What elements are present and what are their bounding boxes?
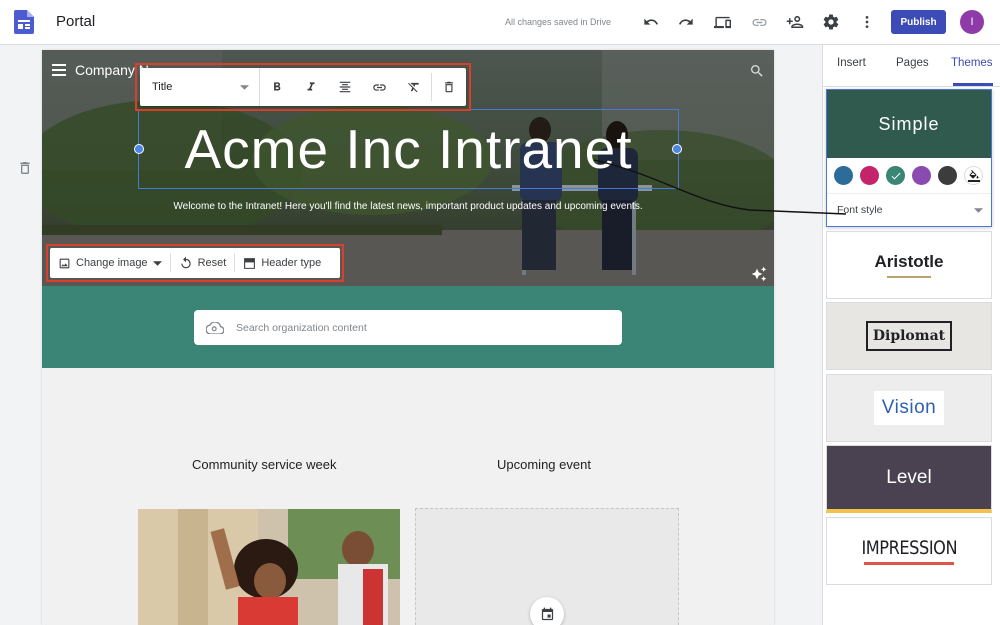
header-type-button[interactable]: Header type bbox=[235, 248, 329, 278]
insert-link-button[interactable] bbox=[362, 68, 396, 106]
change-image-button[interactable]: Change image bbox=[50, 248, 170, 278]
header-type-icon bbox=[244, 257, 256, 269]
dropdown-arrow-icon bbox=[239, 84, 249, 90]
swatch-purple[interactable] bbox=[912, 166, 931, 185]
theme-level[interactable]: Level bbox=[826, 445, 992, 513]
user-avatar[interactable]: I bbox=[960, 10, 984, 34]
delete-section-icon[interactable] bbox=[17, 160, 33, 176]
format-clear-icon bbox=[407, 82, 419, 93]
delete-text-button[interactable] bbox=[432, 68, 466, 106]
font-style-dropdown[interactable]: Font style bbox=[827, 194, 991, 226]
tab-insert[interactable]: Insert bbox=[837, 57, 866, 69]
community-photo[interactable] bbox=[138, 509, 400, 625]
settings-icon[interactable] bbox=[821, 12, 841, 32]
top-bar: Portal All changes saved in Drive Publis… bbox=[0, 0, 1000, 45]
save-status: All changes saved in Drive bbox=[505, 17, 612, 27]
theme-impression[interactable]: IMPRESSION bbox=[826, 517, 992, 585]
theme-vision[interactable]: Vision bbox=[826, 374, 992, 442]
theme-diplomat[interactable]: Diplomat bbox=[826, 302, 992, 370]
tab-themes[interactable]: Themes bbox=[951, 57, 993, 69]
check-icon bbox=[891, 172, 900, 179]
redo-icon[interactable] bbox=[676, 12, 696, 32]
trash-icon bbox=[444, 81, 453, 93]
paint-bucket-icon bbox=[967, 169, 980, 182]
share-add-person-icon[interactable] bbox=[785, 12, 805, 32]
swatch-blue[interactable] bbox=[834, 166, 853, 185]
undo-icon[interactable] bbox=[641, 12, 661, 32]
theme-simple[interactable]: Simple Font style bbox=[826, 89, 992, 227]
swatch-teal-selected[interactable] bbox=[886, 166, 905, 185]
theme-accent-line bbox=[864, 562, 954, 565]
calendar-event-button[interactable] bbox=[530, 597, 564, 625]
calendar-icon bbox=[541, 607, 553, 620]
clear-formatting-button[interactable] bbox=[397, 68, 431, 106]
publish-button[interactable]: Publish bbox=[891, 10, 946, 34]
section-title-event[interactable]: Upcoming event bbox=[497, 457, 591, 472]
text-format-toolbar: Title bbox=[135, 63, 471, 111]
menu-icon[interactable] bbox=[52, 64, 66, 76]
custom-color-button[interactable] bbox=[964, 166, 983, 185]
link-icon bbox=[373, 83, 386, 91]
more-vert-icon[interactable] bbox=[857, 12, 877, 32]
italic-button[interactable] bbox=[294, 68, 328, 106]
bold-icon bbox=[273, 82, 281, 91]
document-title[interactable]: Portal bbox=[56, 13, 95, 30]
change-image-label: Change image bbox=[76, 257, 148, 269]
organization-search-input[interactable]: Search organization content bbox=[194, 310, 622, 345]
theme-aristotle[interactable]: Aristotle bbox=[826, 231, 992, 299]
header-type-label: Header type bbox=[261, 257, 322, 269]
theme-diplomat-label: Diplomat bbox=[865, 321, 953, 351]
page-canvas: Company N Acme Inc Intranet Welcome to t… bbox=[42, 50, 774, 625]
text-style-dropdown[interactable]: Title bbox=[140, 68, 260, 106]
theme-vision-label: Vision bbox=[873, 391, 945, 425]
search-icon[interactable] bbox=[749, 63, 765, 79]
search-section: Search organization content bbox=[42, 286, 774, 368]
site-subtitle[interactable]: Welcome to the Intranet! Here you'll fin… bbox=[42, 201, 774, 212]
theme-aristotle-label: Aristotle bbox=[874, 252, 944, 271]
theme-impression-label: IMPRESSION bbox=[861, 537, 957, 559]
header-banner[interactable]: Company N Acme Inc Intranet Welcome to t… bbox=[42, 50, 774, 286]
dropdown-arrow-icon bbox=[152, 260, 162, 266]
align-center-icon bbox=[340, 81, 351, 93]
link-icon[interactable] bbox=[749, 12, 769, 32]
reset-icon bbox=[180, 256, 191, 269]
search-placeholder: Search organization content bbox=[236, 321, 367, 334]
panel-tabs: Insert Pages Themes bbox=[823, 45, 1000, 87]
preview-devices-icon[interactable] bbox=[712, 12, 732, 32]
right-panel: Insert Pages Themes Simple Font style Ar… bbox=[822, 45, 1000, 625]
swatch-magenta[interactable] bbox=[860, 166, 879, 185]
site-title[interactable]: Acme Inc Intranet bbox=[138, 110, 679, 188]
color-swatches bbox=[827, 158, 991, 194]
dropdown-arrow-icon bbox=[974, 207, 983, 213]
tab-pages[interactable]: Pages bbox=[896, 57, 929, 69]
font-style-label: Font style bbox=[837, 204, 883, 216]
section-title-community[interactable]: Community service week bbox=[192, 457, 337, 472]
image-icon bbox=[59, 258, 70, 268]
reset-label: Reset bbox=[197, 257, 227, 269]
theme-level-label: Level bbox=[886, 466, 932, 488]
italic-icon bbox=[307, 82, 315, 91]
theme-accent-line bbox=[887, 276, 931, 278]
theme-simple-label: Simple bbox=[827, 90, 991, 158]
align-button[interactable] bbox=[328, 68, 362, 106]
swatch-dark[interactable] bbox=[938, 166, 957, 185]
text-style-value: Title bbox=[152, 81, 173, 93]
sparkle-icon[interactable] bbox=[751, 266, 767, 282]
cloud-search-icon bbox=[206, 321, 224, 334]
bold-button[interactable] bbox=[260, 68, 294, 106]
header-image-toolbar: Change image Reset Header type bbox=[46, 244, 344, 282]
sites-logo-icon[interactable] bbox=[14, 10, 34, 34]
reset-image-button[interactable]: Reset bbox=[171, 248, 235, 278]
active-tab-indicator bbox=[953, 83, 993, 86]
upcoming-event-card[interactable] bbox=[415, 508, 679, 625]
